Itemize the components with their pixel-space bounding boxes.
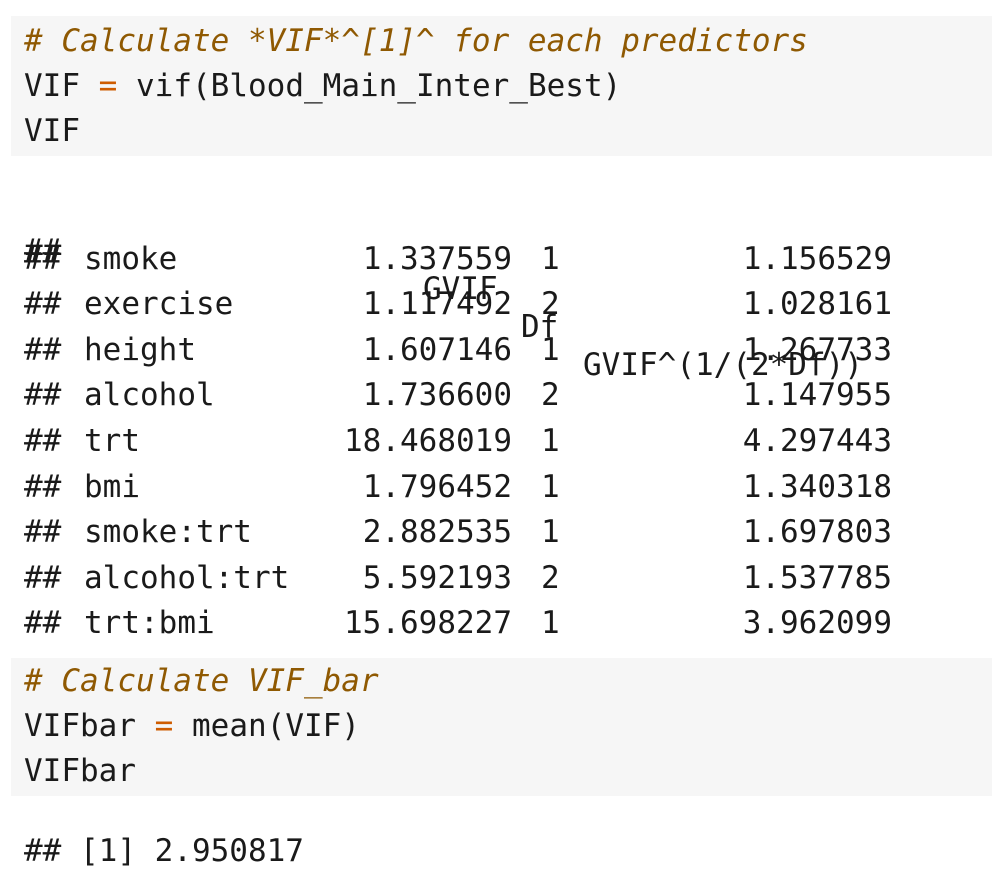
code-comment: # Calculate VIF_bar (24, 663, 379, 699)
df-value: 2 (541, 559, 560, 596)
gvif-adj-value: 1.267733 (742, 331, 892, 368)
df-value: 1 (541, 605, 560, 642)
predictor-name: trt (84, 423, 140, 459)
function-call: mean(VIF) (192, 708, 360, 744)
table-row: ## exercise 1.117492 2 1.028161 (24, 285, 984, 323)
gvif-value: 18.468019 (344, 423, 512, 459)
output-prefix: ## (24, 605, 62, 642)
gvif-adj-value: 1.537785 (742, 559, 892, 596)
table-row: ## trt 18.468019 1 4.297443 (24, 422, 984, 460)
predictor-name: height (84, 331, 196, 368)
gvif-adj-value: 1.147955 (742, 377, 892, 414)
table-row: ## smoke 1.337559 1 1.156529 (24, 240, 984, 278)
variable-name: VIF (24, 68, 80, 104)
function-call: vif(Blood_Main_Inter_Best) (136, 68, 622, 104)
output-prefix: ## (24, 423, 62, 459)
gvif-adj-value: 1.697803 (742, 514, 892, 551)
gvif-value: 5.592193 (362, 559, 512, 596)
code-line-print: VIF (24, 113, 80, 149)
output-prefix: ## (24, 468, 62, 505)
gvif-adj-value: 4.297443 (742, 423, 892, 459)
vif-output: ## GVIF Df GVIF^(1/(2*Df)) ## smoke 1.3375… (11, 188, 992, 648)
gvif-adj-value: 1.028161 (742, 286, 892, 323)
output-prefix: ## (24, 240, 62, 277)
table-row: ## bmi 1.796452 1 1.340318 (24, 468, 984, 506)
df-value: 1 (541, 240, 560, 277)
code-chunk-vif: # Calculate *VIF*^[1]^ for each predicto… (11, 16, 992, 156)
predictor-name: exercise (84, 286, 234, 323)
assign-operator: = (154, 708, 174, 744)
gvif-value: 1.607146 (362, 331, 512, 368)
predictor-name: alcohol (84, 377, 215, 414)
gvif-value: 1.337559 (362, 240, 512, 277)
code-line-assign: VIFbar = mean(VIF) (24, 707, 360, 745)
code-line-assign: VIF = vif(Blood_Main_Inter_Best) (24, 67, 621, 105)
predictor-name: bmi (84, 468, 140, 505)
table-row: ## smoke:trt 2.882535 1 1.697803 (24, 513, 984, 551)
predictor-name: smoke (84, 240, 178, 277)
code-line-print: VIFbar (24, 753, 136, 789)
gvif-adj-value: 3.962099 (742, 605, 892, 642)
predictor-name: trt:bmi (84, 605, 215, 642)
df-value: 2 (541, 286, 560, 323)
df-value: 2 (541, 377, 560, 414)
output-prefix: ## (24, 331, 62, 368)
gvif-value: 1.117492 (362, 286, 512, 323)
output-prefix: ## (24, 286, 62, 323)
predictor-name: alcohol:trt (84, 559, 290, 596)
variable-name: VIFbar (24, 708, 136, 744)
gvif-value: 1.736600 (362, 377, 512, 414)
output-prefix: ## (24, 377, 62, 414)
predictor-name: smoke:trt (84, 514, 252, 551)
assign-operator: = (98, 68, 118, 104)
gvif-value: 2.882535 (362, 514, 512, 551)
table-row: ## alcohol 1.736600 2 1.147955 (24, 376, 984, 414)
df-value: 1 (541, 423, 560, 459)
df-value: 1 (541, 331, 560, 368)
gvif-adj-value: 1.340318 (742, 468, 892, 505)
vifbar-output: ## [1] 2.950817 (11, 830, 992, 874)
gvif-value: 1.796452 (362, 468, 512, 505)
vifbar-result: ## [1] 2.950817 (24, 833, 304, 869)
output-prefix: ## (24, 514, 62, 551)
table-row: ## height 1.607146 1 1.267733 (24, 331, 984, 369)
output-header-row: ## GVIF Df GVIF^(1/(2*Df)) (24, 194, 984, 383)
df-value: 1 (541, 514, 560, 551)
gvif-adj-value: 1.156529 (742, 240, 892, 277)
gvif-value: 15.698227 (344, 605, 512, 642)
table-row: ## alcohol:trt 5.592193 2 1.537785 (24, 559, 984, 597)
code-chunk-vifbar: # Calculate VIF_bar VIFbar = mean(VIF) V… (11, 658, 992, 796)
table-row: ## trt:bmi 15.698227 1 3.962099 (24, 604, 984, 642)
df-value: 1 (541, 468, 560, 505)
output-prefix: ## (24, 559, 62, 596)
code-comment: # Calculate *VIF*^[1]^ for each predicto… (24, 23, 808, 59)
